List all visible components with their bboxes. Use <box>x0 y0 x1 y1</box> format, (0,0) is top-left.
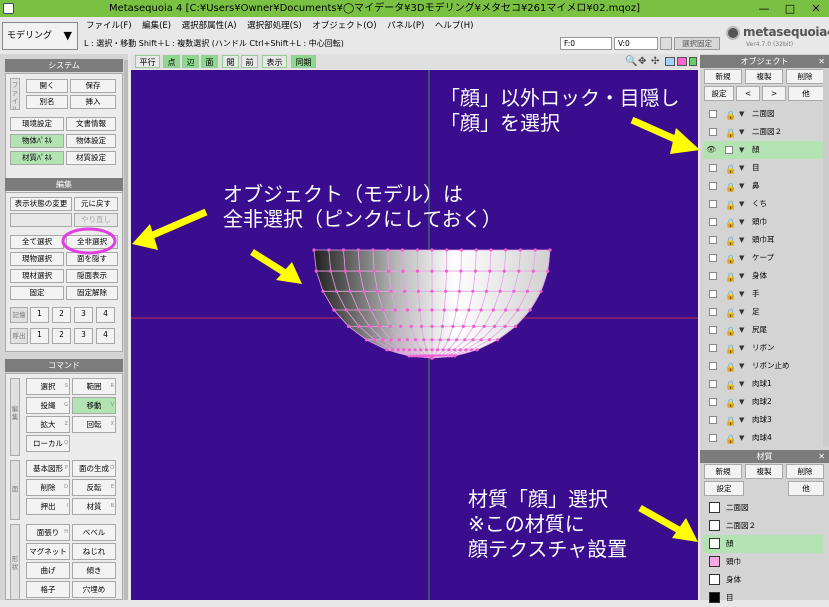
annotation-overlay <box>61 116 700 542</box>
annotation-material-line1: 材質「顔」選択 <box>468 487 608 511</box>
arrow-to-material-list <box>638 504 698 542</box>
annotation-material-line2: ※この材質に <box>468 512 585 536</box>
annotation-deselect: オブジェクト（モデル）は 全非選択（ピンクにしておく） <box>223 182 502 232</box>
annotation-material-line3: 顔テクスチャ設置 <box>468 537 628 561</box>
annotation-lock: 「顔」以外ロック・目隠し 「顔」を選択 <box>440 86 680 136</box>
annotation-material: 材質「顔」選択 ※この材質に 顔テクスチャ設置 <box>468 487 627 562</box>
annotation-deselect-line1: オブジェクト（モデル）は <box>223 182 463 206</box>
arrow-to-mesh <box>250 249 302 284</box>
arrow-to-deselect-button <box>132 208 208 250</box>
highlight-circle <box>61 227 117 255</box>
annotation-lock-line2: 「顔」を選択 <box>440 111 560 135</box>
annotation-lock-line1: 「顔」以外ロック・目隠し <box>440 86 680 110</box>
annotation-deselect-line2: 全非選択（ピンクにしておく） <box>223 207 502 231</box>
